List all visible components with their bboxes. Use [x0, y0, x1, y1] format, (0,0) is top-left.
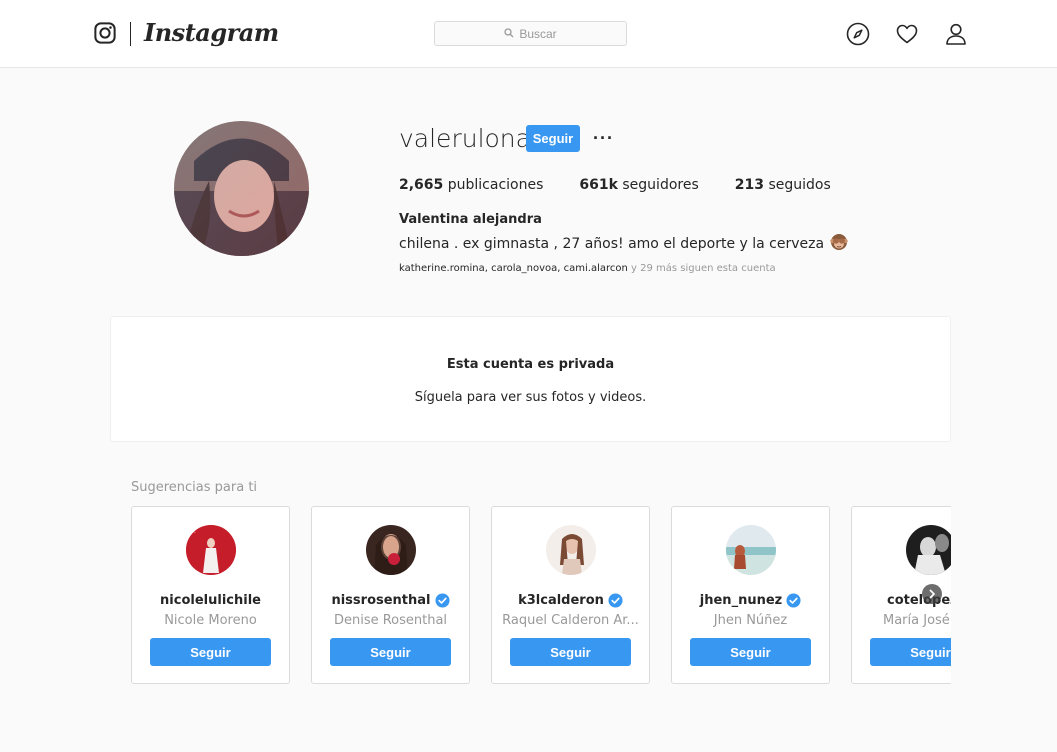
followers-stat[interactable]: 661k seguidores [579, 177, 698, 193]
profile-bio: chilena . ex gimnasta , 27 años! amo el … [399, 233, 848, 255]
verified-badge-icon [608, 593, 623, 608]
suggestion-avatar[interactable]: · [186, 525, 236, 575]
private-account-subtitle: Síguela para ver sus fotos y videos. [414, 390, 647, 405]
suggestion-avatar[interactable] [726, 525, 776, 575]
suggestion-handle-text: nicolelulichile [160, 593, 261, 608]
followers-label: seguidores [622, 177, 699, 193]
followers-count: 661k [579, 177, 618, 193]
verified-badge-icon [786, 593, 801, 608]
suggestion-handle-text: nissrosenthal [331, 593, 431, 608]
svg-text:·: · [194, 530, 196, 537]
followed-by-separator-2: , [557, 263, 561, 274]
follow-button[interactable]: Seguir [526, 125, 580, 152]
more-options-icon[interactable]: ··· [593, 128, 614, 149]
person-icon[interactable] [944, 22, 968, 46]
instagram-glyph-icon[interactable] [94, 22, 116, 44]
suggestion-follow-button[interactable]: Seguir [690, 638, 811, 666]
posts-label: publicaciones [447, 177, 544, 193]
followed-by-user-3[interactable]: cami.alarcon [564, 263, 628, 274]
followed-by-more[interactable]: y 29 más siguen esta cuenta [631, 263, 776, 274]
bio-text: chilena . ex gimnasta , 27 años! amo el … [399, 236, 825, 252]
suggestion-avatar[interactable] [366, 525, 416, 575]
logo-divider [130, 22, 131, 46]
search-input[interactable]: Buscar [434, 21, 627, 46]
compass-icon[interactable] [846, 22, 870, 46]
suggestion-full-name: Denise Rosenthal [333, 613, 448, 628]
profile-username: valerulona [399, 124, 531, 153]
suggestion-follow-button[interactable]: Seguir [510, 638, 631, 666]
followed-by-user-1[interactable]: katherine.romina [399, 263, 485, 274]
suggestion-handle[interactable]: jhen_nunez [672, 593, 829, 608]
search-icon [504, 27, 514, 41]
profile-stats: 2,665 publicaciones 661k seguidores 213 … [399, 177, 867, 193]
instagram-wordmark[interactable]: Instagram [144, 18, 279, 47]
heart-icon[interactable] [895, 22, 919, 46]
suggestion-card: nissrosenthal Denise Rosenthal Seguir [311, 506, 470, 684]
suggestion-handle-text: k3lcalderon [518, 593, 604, 608]
suggestion-handle[interactable]: k3lcalderon [492, 593, 649, 608]
suggestions-carousel: · nicolelulichile Nicole Moreno Seguir n… [131, 506, 951, 686]
suggestion-full-name: Raquel Calderon Ar... [502, 613, 639, 628]
suggestion-handle[interactable]: nissrosenthal [312, 593, 469, 608]
suggestion-handle[interactable]: nicolelulichile [132, 593, 289, 608]
suggestion-card: jhen_nunez Jhen Núñez Seguir [671, 506, 830, 684]
followed-by-user-2[interactable]: carola_novoa [491, 263, 557, 274]
top-navigation-bar: Instagram Buscar [0, 0, 1057, 68]
carousel-next-arrow-icon[interactable] [922, 584, 942, 604]
suggestion-handle-text: jhen_nunez [699, 593, 783, 608]
followed-by-separator-1: , [484, 263, 488, 274]
suggestion-avatar[interactable] [906, 525, 951, 575]
suggestion-follow-button[interactable]: Seguir [870, 638, 951, 666]
profile-avatar[interactable] [174, 121, 309, 256]
following-count: 213 [734, 177, 764, 193]
suggestion-full-name: María José L [883, 613, 951, 628]
suggestion-follow-button[interactable]: Seguir [150, 638, 271, 666]
suggestions-title: Sugerencias para ti [131, 480, 258, 495]
search-placeholder: Buscar [519, 26, 557, 41]
suggestion-card: k3lcalderon Raquel Calderon Ar... Seguir [491, 506, 650, 684]
following-label: seguidos [768, 177, 831, 193]
private-account-panel: Esta cuenta es privada Síguela para ver … [110, 316, 951, 442]
suggestion-card: · nicolelulichile Nicole Moreno Seguir [131, 506, 290, 684]
see-no-evil-monkey-icon [830, 233, 848, 255]
following-stat[interactable]: 213 seguidos [735, 177, 831, 193]
followed-by-line: katherine.romina, carola_novoa, cami.ala… [399, 263, 776, 274]
suggestion-full-name: Jhen Núñez [713, 613, 788, 628]
posts-stat: 2,665 publicaciones [399, 177, 543, 193]
suggestion-full-name: Nicole Moreno [164, 613, 257, 628]
posts-count: 2,665 [399, 177, 444, 193]
verified-badge-icon [434, 593, 450, 608]
suggestion-follow-button[interactable]: Seguir [330, 638, 451, 666]
suggestion-avatar[interactable] [546, 525, 596, 575]
profile-full-name: Valentina alejandra [399, 212, 542, 227]
private-account-title: Esta cuenta es privada [446, 357, 615, 372]
